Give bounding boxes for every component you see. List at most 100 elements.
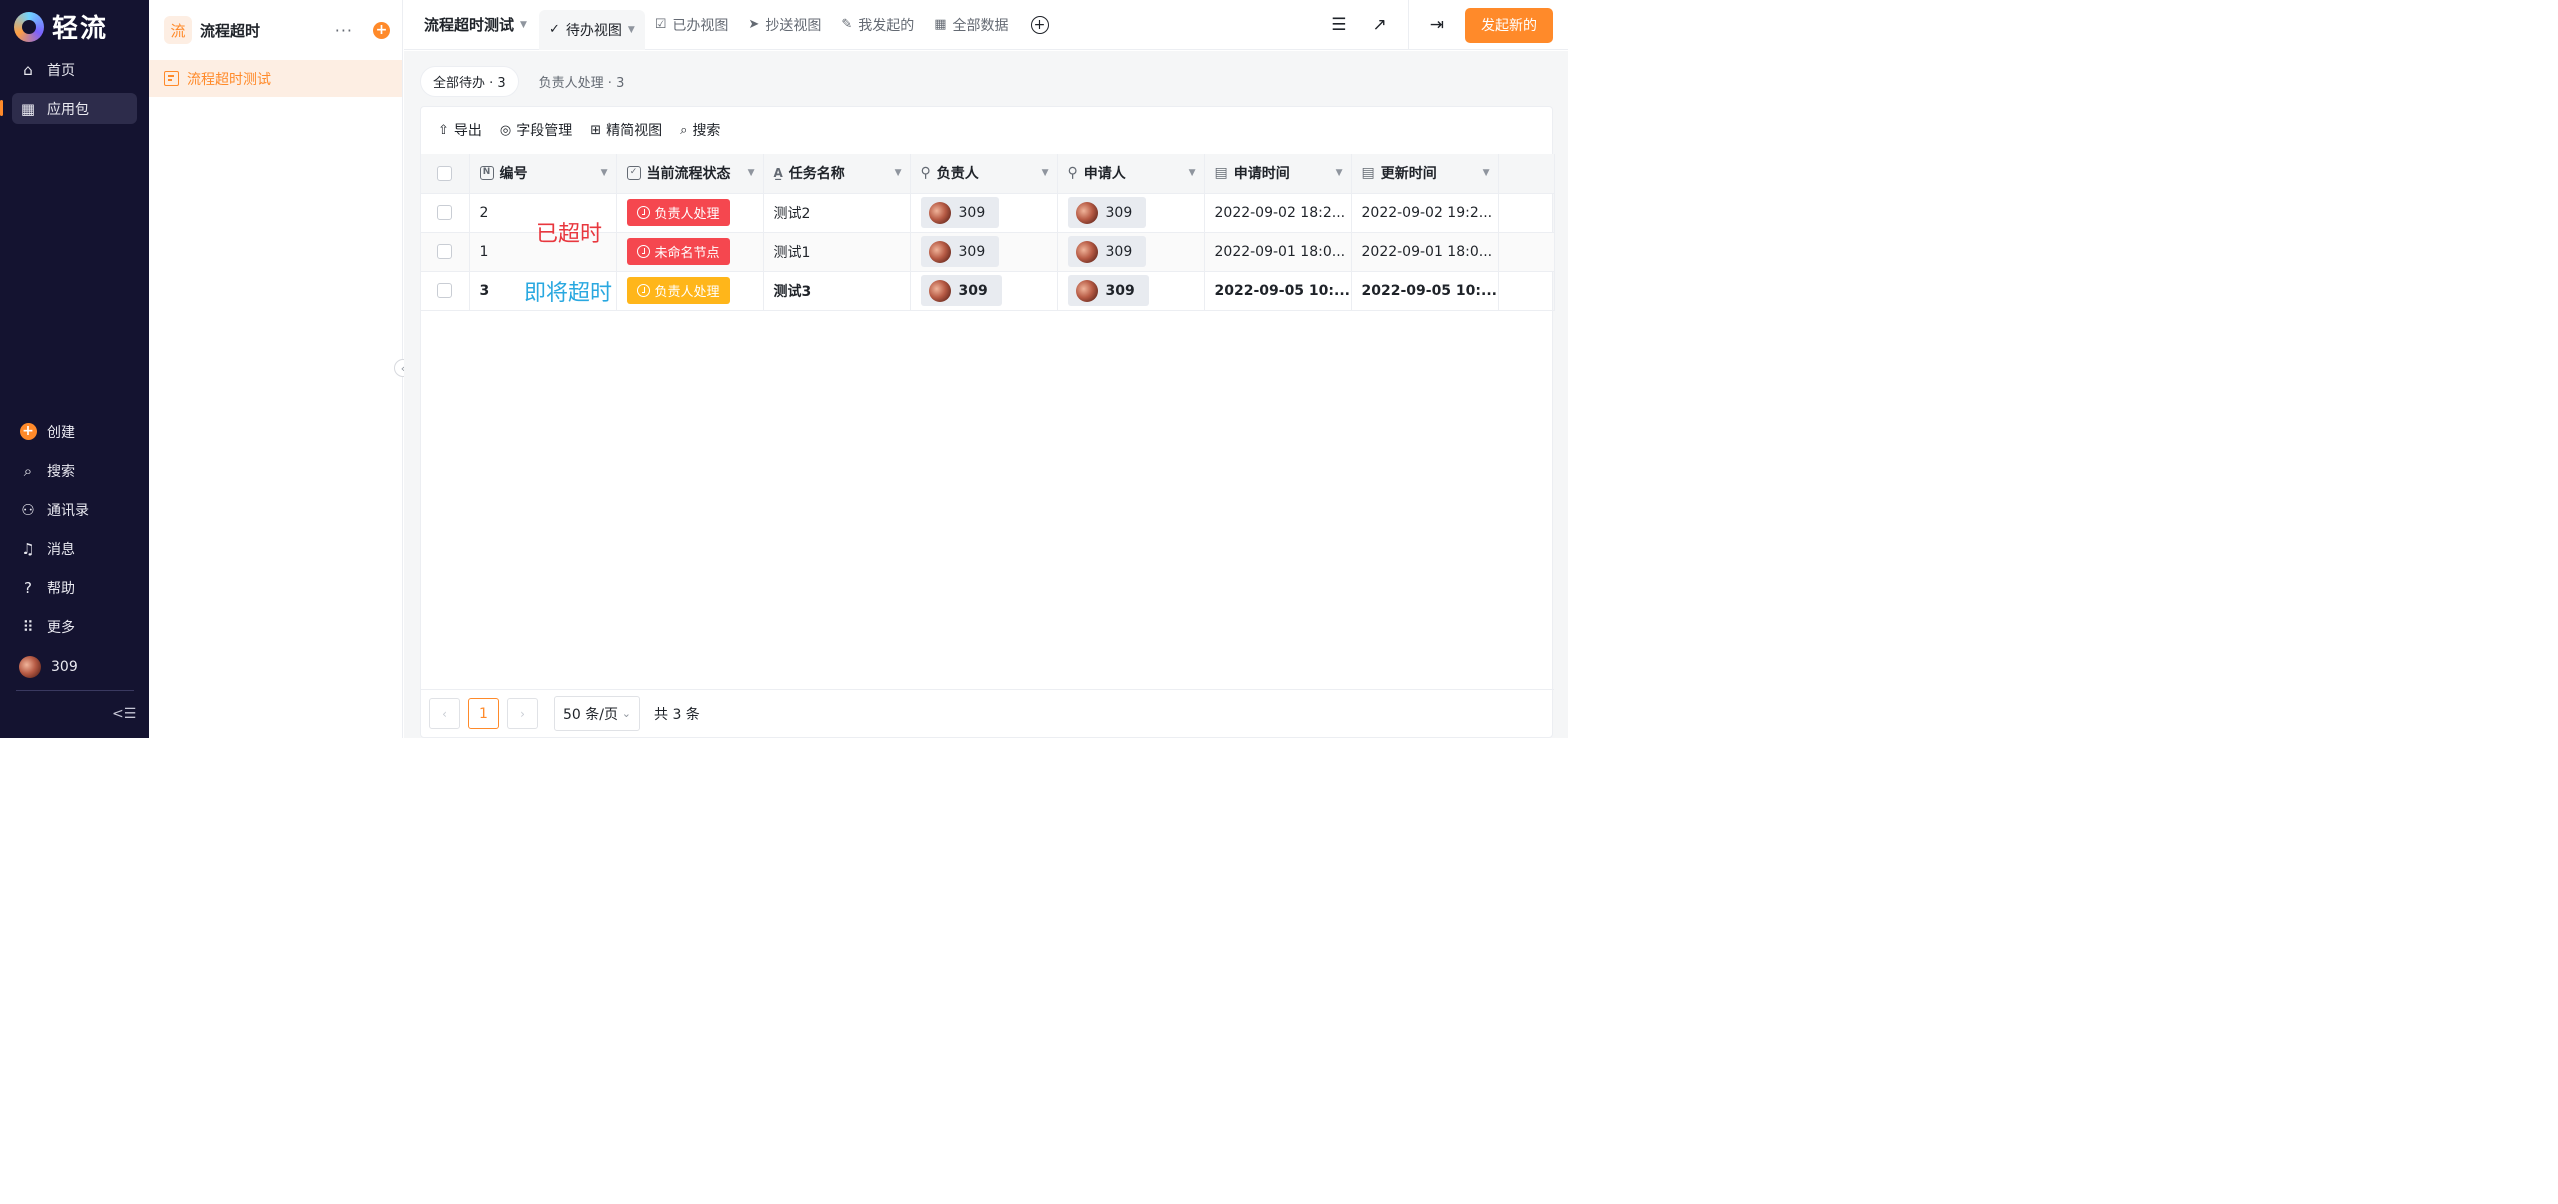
col-header-status[interactable]: ✓ 当前流程状态 ▼ [616,154,764,194]
caret-down-icon[interactable]: ▼ [1483,168,1490,178]
add-icon[interactable]: + [373,21,390,39]
cell-apply-time: 2022-09-01 18:0... [1204,232,1352,272]
status-badge[interactable]: 未命名节点 [626,238,730,265]
user-chip[interactable]: 309 [1067,236,1147,267]
send-icon: ➤ [748,17,760,32]
field-manage-button[interactable]: ◎ 字段管理 [500,120,572,140]
row-checkbox[interactable] [437,283,453,298]
select-all-checkbox[interactable] [437,165,453,181]
grid-apps-icon: ▦ [20,99,36,118]
caret-down-icon[interactable]: ▼ [1336,168,1343,178]
list-icon[interactable]: ☰ [1331,15,1346,35]
nav-item-more[interactable]: ⠿ 更多 [12,611,137,642]
status-badge[interactable]: 负责人处理 [626,199,730,226]
status-badge[interactable]: 负责人处理 [626,277,730,304]
filter-owner-processing[interactable]: 负责人处理 · 3 [527,66,637,97]
app-title: 流程超时测试 [424,16,515,34]
row-checkbox[interactable] [437,244,453,259]
sidebar-header: 流 流程超时 ··· + [149,0,402,60]
trend-chart-icon[interactable]: ↗ [1373,15,1387,35]
export-button[interactable]: ⇧ 导出 [438,120,482,140]
nav-item-label: 309 [51,658,78,675]
search-icon: ⌕ [680,122,688,138]
cell-owner: 309 [910,271,1058,311]
tab-cc-view[interactable]: ➤ 抄送视图 [738,5,831,45]
checkbox-field-icon: ✓ [626,166,641,181]
nav-item-contacts[interactable]: ⚇ 通讯录 [12,494,137,525]
user-chip[interactable]: 309 [920,197,1000,228]
table-toolbar: ⇧ 导出 ◎ 字段管理 ⊞ 精简视图 ⌕ 搜索 [421,107,1552,153]
tab-all-data[interactable]: ▦ 全部数据 [924,5,1018,45]
col-header-id[interactable]: N 编号 ▼ [469,154,617,194]
nav-item-create[interactable]: + 创建 [12,416,137,447]
caret-down-icon[interactable]: ▼ [628,25,635,35]
nav-item-app-package[interactable]: ▦ 应用包 [12,93,137,124]
nav-item-label: 消息 [47,541,75,558]
brand-logo[interactable]: 轻流 [14,8,108,45]
cell-update-time: 2022-09-02 19:2... [1351,193,1499,233]
cell-update-time: 2022-09-05 10:... [1351,271,1499,311]
cell-status: 负责人处理 [616,271,764,311]
nav-item-search[interactable]: ⌕ 搜索 [12,455,137,486]
user-name: 309 [1105,243,1133,260]
user-chip[interactable]: 309 [920,275,1002,306]
col-header-label: 任务名称 [788,166,845,183]
more-icon[interactable]: ··· [335,21,353,40]
caret-down-icon[interactable]: ▼ [748,168,755,178]
col-header-label: 申请时间 [1233,166,1290,183]
active-indicator [0,100,3,116]
page-number[interactable]: 1 [468,698,499,729]
col-header-label: 更新时间 [1380,166,1437,183]
nav-item-label: 创建 [47,424,75,441]
app-root: 轻流 ⌂ 首页 ▦ 应用包 + 创建 ⌕ 搜索 ⚇ 通讯录 ♫ 消息 ? 帮助 [0,0,1568,738]
col-header-apply-time[interactable]: ▤ 申请时间 ▼ [1204,154,1352,194]
col-header-owner[interactable]: ⚲ 负责人 ▼ [910,154,1058,194]
launch-new-button[interactable]: 发起新的 [1465,7,1553,43]
caret-down-icon[interactable]: ▼ [895,168,902,178]
nav-item-profile[interactable]: 309 [12,651,137,682]
next-page-button[interactable]: › [507,698,538,729]
caret-down-icon[interactable]: ▼ [601,168,608,178]
tab-done-view[interactable]: ☑ 已办视图 [645,5,739,45]
col-header-applicant[interactable]: ⚲ 申请人 ▼ [1057,154,1205,194]
tab-my-initiated[interactable]: ✎ 我发起的 [831,5,924,45]
cell-task: 测试2 [763,193,911,233]
col-header-update-time[interactable]: ▤ 更新时间 ▼ [1351,154,1499,194]
add-view-icon[interactable]: + [1030,15,1049,34]
col-header-task[interactable]: A̲ 任务名称 ▼ [763,154,911,194]
col-header-label: 负责人 [936,166,979,183]
compact-view-button[interactable]: ⊞ 精简视图 [590,120,662,140]
cell-task: 测试1 [763,232,911,272]
nav-item-label: 首页 [47,62,75,79]
eye-icon: ◎ [499,122,512,138]
user-chip[interactable]: 309 [1067,197,1147,228]
page-size-select[interactable]: 50 条/页 ⌄ [554,696,640,731]
field-manage-label: 字段管理 [516,123,573,139]
brand-name: 轻流 [52,14,109,44]
tab-todo-view[interactable]: ✓ 待办视图 ▼ [538,9,645,50]
user-chip[interactable]: 309 [920,236,1000,267]
cell-applicant: 309 [1057,232,1205,272]
nav-item-label: 帮助 [47,580,75,597]
page-size-value: 50 条/页 [563,706,618,723]
dots-grid-icon: ⠿ [22,617,34,636]
exit-icon[interactable]: ⇥ [1430,15,1444,35]
sidebar-item-process-timeout-test[interactable]: 流程超时测试 [149,60,402,97]
col-header-label: 申请人 [1083,166,1126,183]
nav-item-help[interactable]: ? 帮助 [12,572,137,603]
nav-item-home[interactable]: ⌂ 首页 [12,54,137,85]
table-header-row: N 编号 ▼ ✓ 当前流程状态 ▼ A̲ 任务名称 ▼ ⚲ 负责人 ▼ ⚲ 申请人 ▼ ▤ 申请时间 ▼… [421,154,1555,194]
caret-down-icon[interactable]: ▼ [1189,168,1196,178]
main-content: 全部待办 · 3 负责人处理 · 3 ⇧ 导出 ◎ 字段管理 ⊞ 精简视图 ⌕ [404,51,1568,738]
app-title-dropdown[interactable]: 流程超时测试 ▼ [404,14,527,35]
filter-all-todo[interactable]: 全部待办 · 3 [420,66,519,97]
avatar [928,279,951,302]
row-checkbox[interactable] [437,205,453,220]
collapse-nav-icon[interactable]: <☰ [112,706,136,722]
nav-item-messages[interactable]: ♫ 消息 [12,533,137,564]
prev-page-button[interactable]: ‹ [429,698,460,729]
cell-apply-time: 2022-09-02 18:2... [1204,193,1352,233]
user-chip[interactable]: 309 [1067,275,1149,306]
search-button[interactable]: ⌕ 搜索 [680,120,720,140]
caret-down-icon[interactable]: ▼ [1042,168,1049,178]
